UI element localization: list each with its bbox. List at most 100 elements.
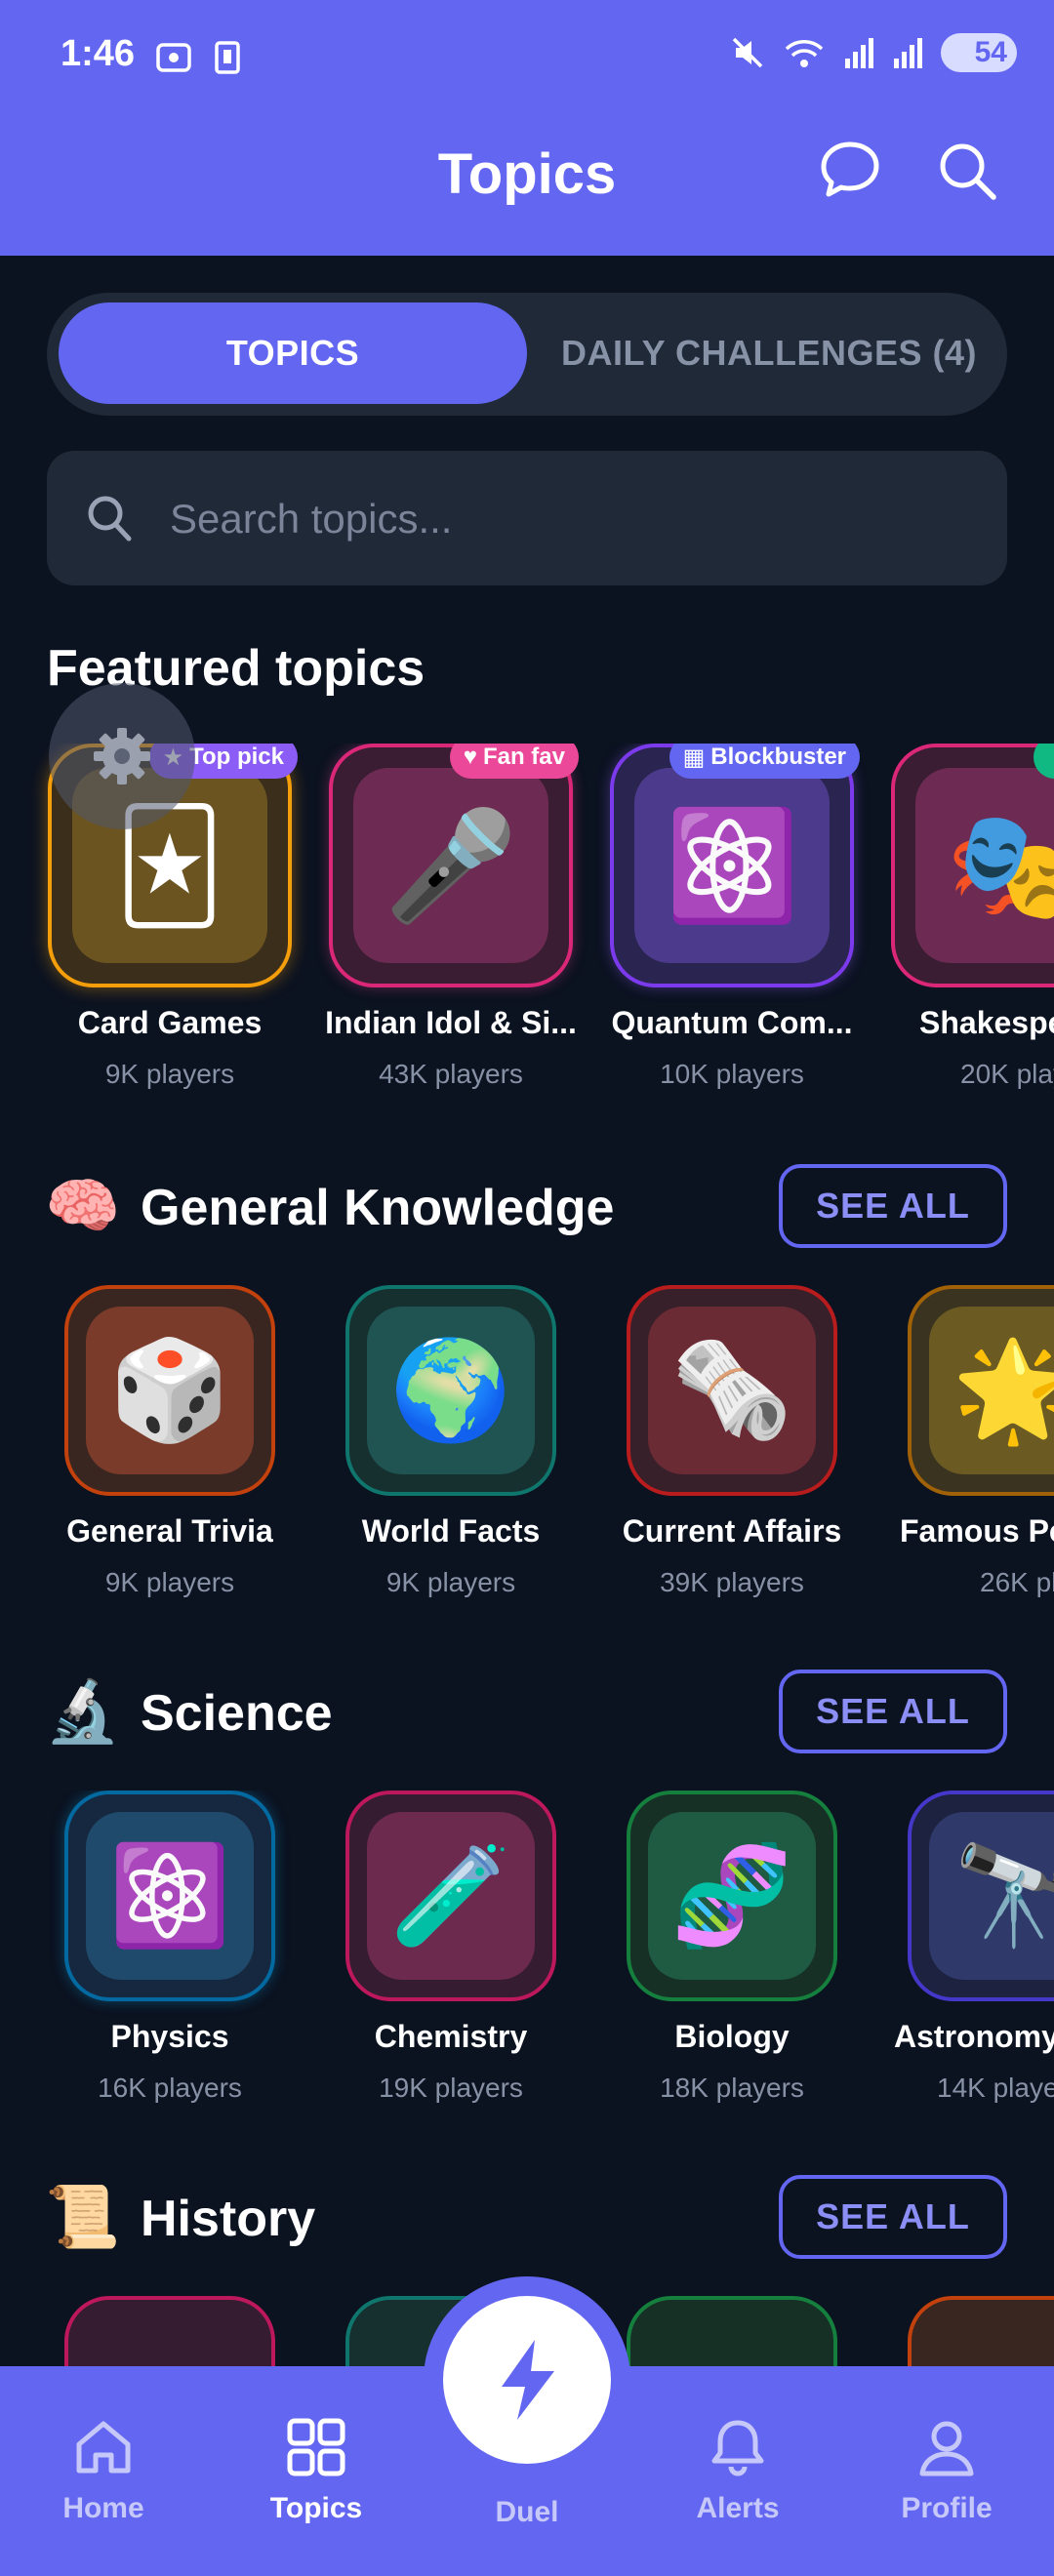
topic-card-famous-people[interactable]: 🌟 Famous Pe 26K playe xyxy=(886,1285,1054,1598)
topic-card-general-trivia[interactable]: 🎲 General Trivia 9K players xyxy=(43,1285,297,1598)
duel-button[interactable] xyxy=(443,2296,611,2464)
science-icon: 🔬 xyxy=(45,1678,121,1746)
scroll-icon: 📜 xyxy=(45,2184,121,2251)
topic-tile: 🎭 xyxy=(891,744,1054,987)
bell-icon xyxy=(711,2420,764,2476)
featured-card-indian-idol[interactable]: 🎤 ♥ Fan fav Indian Idol & Si... 43K play… xyxy=(324,744,579,1090)
topic-card-world-facts[interactable]: 🌍 World Facts 9K players xyxy=(324,1285,578,1598)
featured-card-quantum-computing[interactable]: ⚛️ ▦ Blockbuster Quantum Com... 10K play… xyxy=(605,744,860,1090)
card-name: Astronomy xyxy=(894,2019,1054,2054)
theater-masks-icon: 🎭 xyxy=(946,805,1054,926)
general-knowledge-row: 🎲 General Trivia 9K players 🌍 World Fact… xyxy=(0,1285,1054,1622)
screenshot-icon xyxy=(156,43,191,72)
topic-card-biology[interactable]: 🧬 Biology 18K players xyxy=(605,1791,859,2104)
heart-icon: ♥ xyxy=(463,744,477,770)
nav-alerts[interactable]: Alerts xyxy=(650,2415,826,2525)
status-time: 1:46 xyxy=(61,33,136,74)
gear-icon xyxy=(94,728,150,785)
card-name: Indian Idol & Si... xyxy=(325,1005,577,1040)
topic-tile: ⚛️ xyxy=(64,1791,275,2001)
lightning-icon xyxy=(502,2340,554,2420)
brain-icon: 🧠 xyxy=(45,1173,121,1240)
card-players: 9K players xyxy=(104,1567,235,1597)
topic-card-current-affairs[interactable]: 🗞️ Current Affairs 39K players xyxy=(605,1285,859,1598)
card-players: 10K players xyxy=(660,1059,804,1089)
chat-bubble-icon[interactable] xyxy=(816,137,884,205)
dice-icon: 🎲 xyxy=(108,1335,231,1445)
nav-profile[interactable]: Profile xyxy=(859,2415,1034,2525)
grid-icon xyxy=(287,2418,345,2476)
tab-topics[interactable]: TOPICS xyxy=(59,302,527,404)
topic-tile: 🌟 xyxy=(908,1285,1054,1496)
fan-fav-badge: ♥ Fan fav xyxy=(449,744,579,779)
history-title: History xyxy=(141,2191,316,2247)
nav-topics[interactable]: Topics xyxy=(228,2415,404,2525)
nav-home[interactable]: Home xyxy=(16,2415,191,2525)
card-name: Chemistry xyxy=(374,2019,528,2054)
nav-duel[interactable]: Duel xyxy=(439,2488,615,2529)
nav-profile-label: Profile xyxy=(901,2492,993,2524)
topic-tile xyxy=(627,2296,837,2366)
card-players: 39K players xyxy=(660,1567,804,1597)
status-left-icons xyxy=(154,37,242,76)
home-icon xyxy=(76,2421,131,2474)
page-title: Topics xyxy=(437,142,617,206)
card-name: World Facts xyxy=(361,1513,541,1549)
atom-icon: ⚛️ xyxy=(665,805,799,926)
user-icon xyxy=(919,2421,974,2476)
topic-card-astronomy[interactable]: 🔭 Astronomy 14K playe xyxy=(886,1791,1054,2104)
history-see-all-button[interactable]: SEE ALL xyxy=(779,2175,1007,2259)
battery-indicator: 54 xyxy=(941,33,1017,72)
signal-icon xyxy=(845,38,873,68)
search-icon[interactable] xyxy=(933,137,1001,205)
app-header: 1:46 54 Topics xyxy=(0,0,1054,256)
topic-card-history-3[interactable] xyxy=(605,2296,859,2366)
science-see-all-button[interactable]: SEE ALL xyxy=(779,1670,1007,1753)
card-name: General Trivia xyxy=(66,1513,273,1549)
search-bar xyxy=(47,451,1007,585)
search-icon xyxy=(88,496,132,542)
status-right-icons: 54 xyxy=(730,33,1017,72)
topic-tile: 🗞️ xyxy=(627,1285,837,1496)
topic-tile xyxy=(908,2296,1054,2366)
topic-tile: 🌍 xyxy=(345,1285,556,1496)
general-knowledge-title: General Knowledge xyxy=(141,1180,615,1236)
wifi-icon xyxy=(785,40,824,67)
atom-icon: ⚛️ xyxy=(108,1840,231,1951)
card-players: 9K players xyxy=(104,1059,235,1089)
card-name: Quantum Com... xyxy=(611,1005,853,1040)
topic-tile: 🎲 xyxy=(64,1285,275,1496)
topic-card-physics[interactable]: ⚛️ Physics 16K players xyxy=(43,1791,297,2104)
topic-tile xyxy=(64,2296,275,2366)
topic-tile: 🎤 ♥ Fan fav xyxy=(329,744,579,987)
dna-icon: 🧬 xyxy=(670,1840,793,1951)
topic-tile: 🧬 xyxy=(627,1791,837,2001)
card-name: Card Games xyxy=(77,1005,263,1040)
science-title: Science xyxy=(141,1685,333,1742)
topic-tile: 🧪 xyxy=(345,1791,556,2001)
newspaper-icon: 🗞️ xyxy=(670,1335,793,1445)
topic-tile: ⚛️ ▦ Blockbuster xyxy=(610,744,860,987)
card-players: 19K players xyxy=(379,2073,523,2103)
nav-topics-label: Topics xyxy=(269,2492,363,2524)
nav-alerts-label: Alerts xyxy=(696,2492,780,2524)
mute-icon xyxy=(732,37,763,68)
topic-card-history-1[interactable] xyxy=(43,2296,297,2366)
featured-card-shakespeare[interactable]: 🎭 Shakespe 20K playe xyxy=(886,744,1054,1090)
card-name: Current Affairs xyxy=(622,1513,842,1549)
card-players: 14K playe xyxy=(937,2073,1054,2103)
floating-settings-button[interactable] xyxy=(49,683,195,829)
search-input[interactable] xyxy=(168,480,972,558)
nfc-icon xyxy=(215,41,240,74)
topics-tab-switcher: TOPICS DAILY CHALLENGES (4) xyxy=(47,293,1007,416)
card-players: 18K players xyxy=(660,2073,804,2103)
topic-card-history-4[interactable] xyxy=(886,2296,1054,2366)
topic-card-chemistry[interactable]: 🧪 Chemistry 19K players xyxy=(324,1791,578,2104)
card-players: 9K players xyxy=(385,1567,516,1597)
blockbuster-badge: ▦ Blockbuster xyxy=(669,744,860,779)
tab-daily-challenges[interactable]: DAILY CHALLENGES (4) xyxy=(545,302,993,404)
signal-icon-2 xyxy=(894,38,922,68)
general-knowledge-see-all-button[interactable]: SEE ALL xyxy=(779,1164,1007,1248)
card-players: 16K players xyxy=(98,2073,242,2103)
test-tube-icon: 🧪 xyxy=(389,1840,512,1951)
